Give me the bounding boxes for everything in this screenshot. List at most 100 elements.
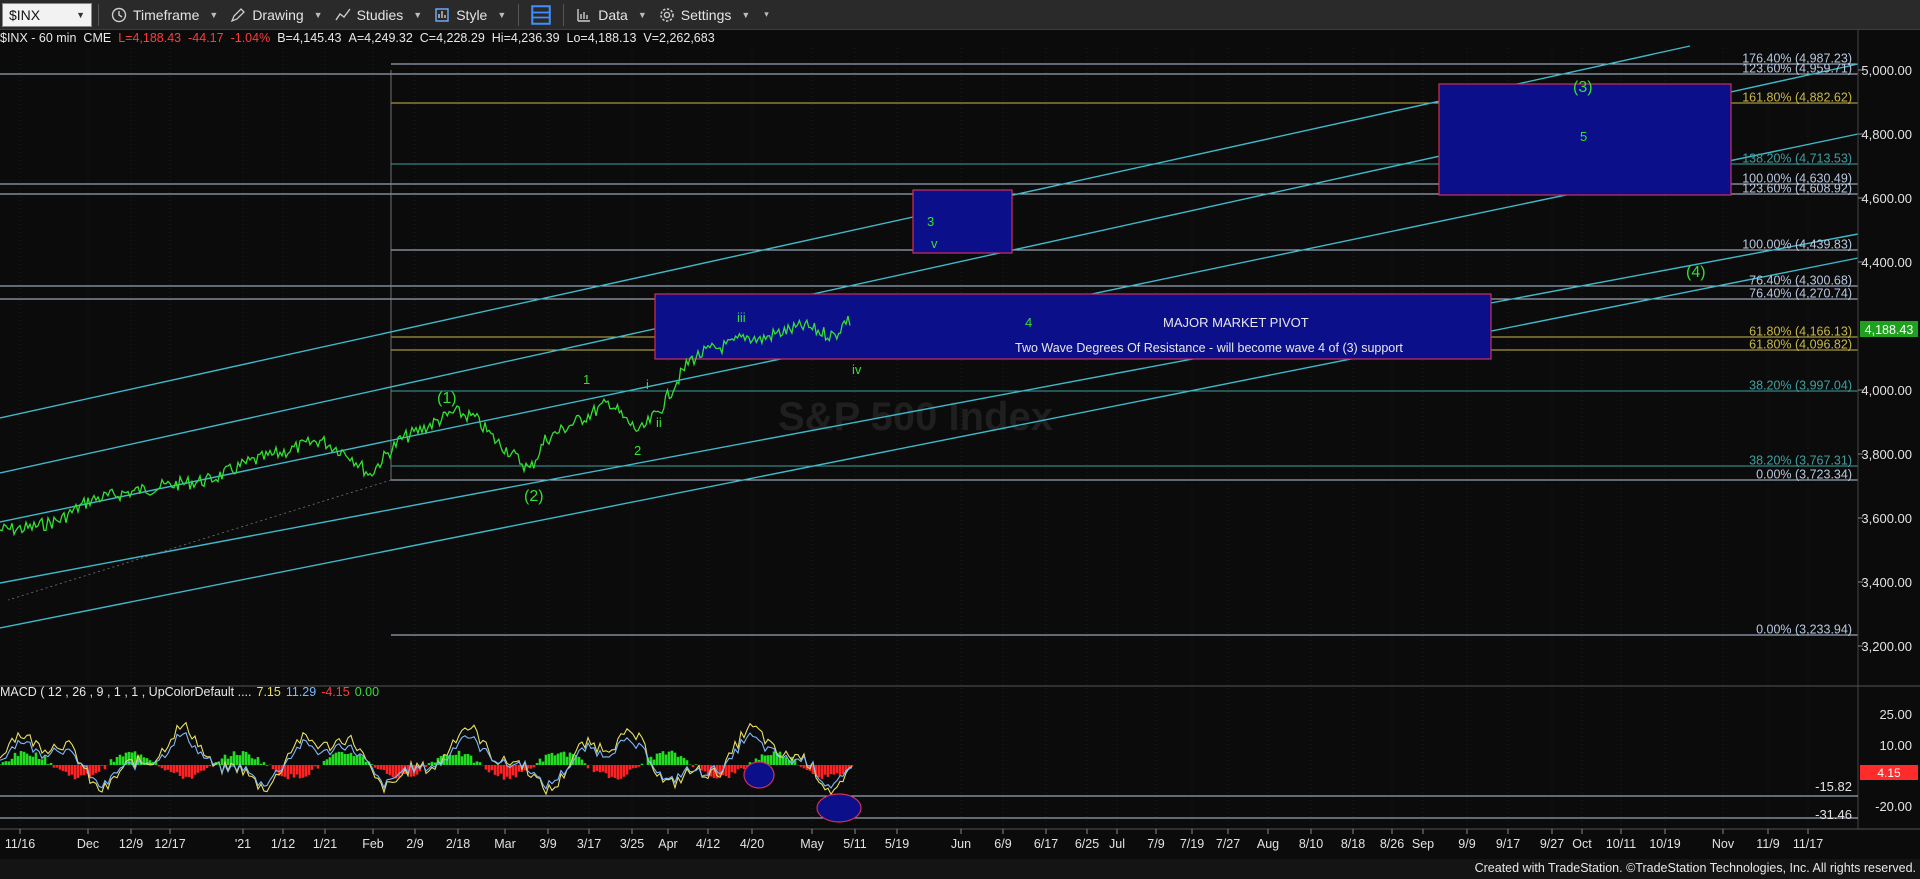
style-label: Style: [456, 6, 488, 23]
macd-panel[interactable]: [0, 721, 1858, 823]
fib-level-label: 76.40% (4,300.68): [1749, 274, 1852, 288]
fib-level-label: 0.00% (3,723.34): [1756, 468, 1852, 482]
data-label: Data: [598, 6, 628, 23]
date-axis-tick: 10/19: [1649, 837, 1680, 851]
price-axis-tick: 4,000.00: [1861, 383, 1912, 398]
symbol-input[interactable]: $INX ▼: [2, 2, 92, 27]
wave-3-major-label: (3): [1573, 79, 1593, 96]
date-axis-tick: 6/25: [1075, 837, 1099, 851]
date-axis-tick: 8/18: [1341, 837, 1365, 851]
macd-divergence-circle-1: [743, 761, 775, 789]
date-axis-tick: Apr: [658, 837, 677, 851]
more-caret-icon[interactable]: ▾: [764, 9, 769, 20]
resistance-label: Two Wave Degrees Of Resistance - will be…: [1015, 341, 1403, 355]
macd-title: MACD ( 12 , 26 , 9 , 1 , 1 , UpColorDefa…: [0, 685, 252, 699]
caret-down-icon: ▼: [313, 9, 323, 20]
wave-ii-label: ii: [656, 415, 662, 430]
date-axis-tick: 5/11: [843, 837, 866, 851]
wave-v-label: v: [931, 236, 938, 251]
caret-down-icon: ▼: [497, 9, 507, 20]
wave-1-major-label: (1): [437, 390, 457, 407]
caret-down-icon: ▼: [209, 9, 219, 20]
date-axis-tick: 5/19: [885, 837, 909, 851]
date-axis-tick: 3/25: [620, 837, 644, 851]
info-low: Lo=4,188.13: [566, 31, 637, 45]
drawing-button[interactable]: Drawing ▼: [224, 2, 328, 28]
pivot-label: MAJOR MARKET PIVOT: [1163, 315, 1309, 330]
date-axis-tick: 6/9: [994, 837, 1011, 851]
macd-level-label: -15.82: [1815, 779, 1852, 794]
macd-value-3: -4.15: [321, 685, 350, 699]
date-axis[interactable]: 11/16 Dec 12/9 12/17 '21 1/12 1/21 Feb 2/9 2/18 Ma…: [5, 829, 1823, 851]
macd-axis-tick: -20.00: [1875, 799, 1912, 814]
date-axis-tick: 9/17: [1496, 837, 1520, 851]
info-change: -44.17: [188, 31, 224, 45]
macd-value-1: 7.15: [256, 685, 281, 699]
wave-3-label: 3: [927, 214, 934, 229]
copyright-footer: Created with TradeStation. ©TradeStation…: [1474, 861, 1916, 875]
wave-2-label: 2: [634, 443, 641, 458]
bar-chart-icon: [577, 8, 591, 22]
pencil-icon: [231, 7, 246, 22]
style-button[interactable]: Style ▼: [428, 2, 512, 28]
date-axis-tick: 6/17: [1034, 837, 1058, 851]
price-axis-tick: 3,800.00: [1861, 447, 1912, 462]
wave-4-major-label: (4): [1686, 264, 1706, 281]
date-axis-tick: 11/16: [5, 837, 35, 851]
date-axis-tick: May: [800, 837, 824, 851]
date-axis-tick: 2/9: [406, 837, 423, 851]
date-axis-tick: 12/9: [119, 837, 143, 851]
date-axis-tick: 2/18: [446, 837, 470, 851]
timeframe-label: Timeframe: [133, 6, 200, 23]
wave-4-label: 4: [1025, 315, 1032, 330]
settings-label: Settings: [680, 6, 732, 23]
fib-level-label: 61.80% (4,096.82): [1749, 338, 1852, 352]
drawing-label: Drawing: [252, 6, 304, 23]
date-axis-tick: 4/20: [740, 837, 764, 851]
date-axis-tick: 12/17: [154, 837, 185, 851]
timeframe-button[interactable]: Timeframe ▼: [105, 2, 224, 28]
studies-label: Studies: [356, 6, 404, 23]
macd-value-2: 11.29: [285, 685, 317, 699]
date-axis-tick: 9/9: [1458, 837, 1475, 851]
info-exchange: CME: [83, 31, 112, 45]
info-bid: B=4,145.43: [277, 31, 342, 45]
caret-down-icon: ▼: [741, 9, 751, 20]
info-pct: -1.04%: [230, 31, 271, 45]
macd-axis: 25.00 10.00 -20.00 -15.82 -31.46: [1815, 707, 1912, 822]
fib-level-label: 100.00% (4,439.83): [1742, 238, 1852, 252]
date-axis-tick: Dec: [77, 837, 99, 851]
price-axis-tick: 3,600.00: [1861, 511, 1912, 526]
data-button[interactable]: Data ▼: [570, 2, 653, 28]
gear-icon: [659, 7, 674, 22]
info-symbol-name: $INX - 60 min: [0, 31, 77, 45]
date-axis-tick: 3/9: [539, 837, 556, 851]
price-axis-tick: 3,400.00: [1861, 575, 1912, 590]
date-axis-tick: 7/27: [1216, 837, 1240, 851]
toolbar-divider: [563, 3, 565, 26]
date-axis-tick: Mar: [494, 837, 516, 851]
main-toolbar: $INX ▼ Timeframe ▼ Drawing ▼ Studies ▼ S…: [0, 0, 1920, 30]
date-axis-tick: '21: [235, 837, 251, 851]
price-axis-tick: 4,400.00: [1861, 255, 1912, 270]
layout-button[interactable]: [525, 2, 557, 28]
studies-icon: [335, 8, 351, 20]
macd-axis-tick: 25.00: [1879, 707, 1912, 722]
fib-level-label: 161.80% (4,882.62): [1742, 91, 1852, 105]
info-volume: V=2,262,683: [643, 31, 715, 45]
date-axis-tick: Aug: [1257, 837, 1279, 851]
symbol-info-bar: $INX - 60 min CME L=4,188.43 -44.17 -1.04% B=…: [0, 31, 722, 47]
info-high: Hi=4,236.39: [491, 31, 560, 45]
info-last: L=4,188.43: [118, 31, 182, 45]
settings-button[interactable]: Settings ▼ ▾: [653, 2, 775, 28]
date-axis-tick: Jul: [1109, 837, 1125, 851]
price-chart[interactable]: S&P 500 Index MAJOR MARKET PIVOT Two Wav…: [0, 0, 1920, 879]
fib-level-label: 138.20% (4,713.53): [1742, 152, 1852, 166]
studies-button[interactable]: Studies ▼: [329, 2, 429, 28]
fib-level-label: 61.80% (4,166.13): [1749, 325, 1852, 339]
date-axis-tick: 9/27: [1540, 837, 1564, 851]
date-axis-tick: 7/9: [1147, 837, 1164, 851]
chevron-down-icon[interactable]: ▼: [76, 10, 85, 20]
price-axis-tick: 3,200.00: [1861, 639, 1912, 654]
clock-icon: [111, 7, 127, 22]
